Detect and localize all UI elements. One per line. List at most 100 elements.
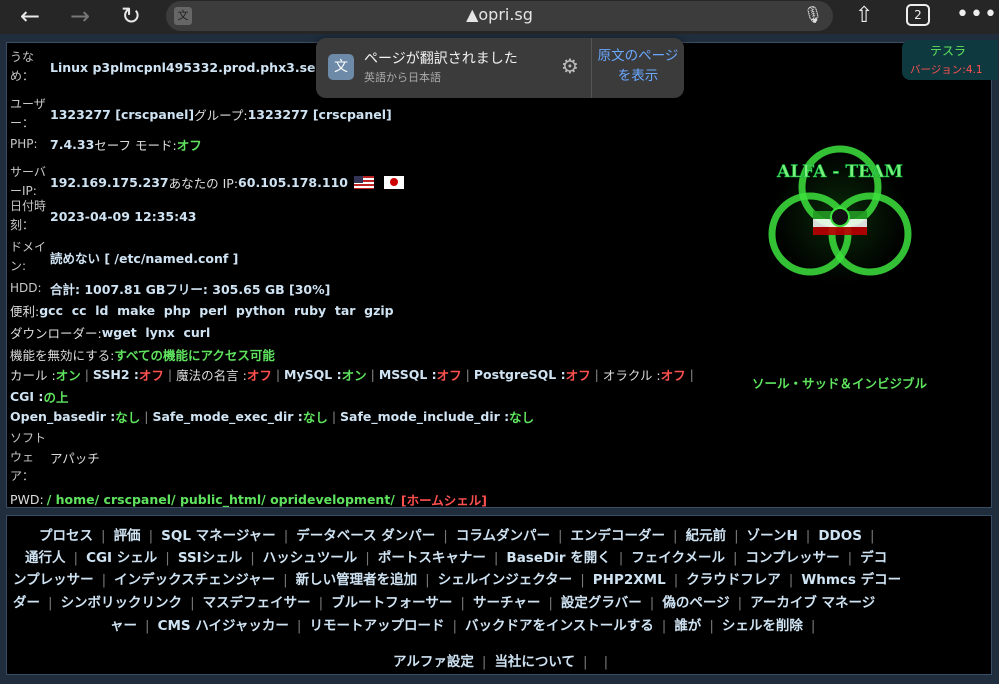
menu-item-4-5[interactable]: サーチャー xyxy=(473,595,540,611)
menu-separator: | xyxy=(101,528,106,544)
menu-item-4-7[interactable]: 偽のページ xyxy=(662,595,729,611)
us-flag-icon xyxy=(353,175,374,189)
user-row: ユーザー： 1323277 [crscpanel] グループ: 1323277 … xyxy=(10,95,392,133)
php-label: PHP: xyxy=(10,137,38,151)
tool-menu: プロセス | 評価 | SQL マネージャー | データベース ダンパー | コラムダンパー | エ… xyxy=(6,515,992,675)
menu-separator: | xyxy=(557,528,563,544)
menu-item-5-2[interactable]: CMS ハイジャッカー xyxy=(158,618,289,634)
cgi-label: CGI : xyxy=(10,389,44,404)
menu-item-6-1[interactable]: アルファ設定 xyxy=(393,654,474,670)
date-value: 2023-04-09 12:35:43 xyxy=(50,208,197,224)
back-arrow-icon[interactable]: ← xyxy=(16,3,44,29)
menu-item-4-2[interactable]: シンボリックリンク xyxy=(61,595,183,611)
menu-item-1-8[interactable]: ゾーンH xyxy=(747,528,798,544)
version-label: バージョン: xyxy=(910,64,966,76)
reload-icon[interactable]: ↻ xyxy=(117,3,145,29)
menu-line-1: プロセス | 評価 | SQL マネージャー | データベース ダンパー | コラムダンパー | エ… xyxy=(7,524,993,544)
menu-item-4-8[interactable]: アーカイブ マネージ xyxy=(750,595,875,611)
menu-item-3-7[interactable]: Whmcs デコー xyxy=(801,572,901,588)
home-shell-link[interactable]: [ホームシェル] xyxy=(401,490,487,509)
menu-separator: | xyxy=(425,572,430,588)
menu-item-1-7[interactable]: 紀元前 xyxy=(686,528,727,544)
menu-item-1-9[interactable]: DDOS xyxy=(818,528,862,544)
safeexec-label: Safe_mode_exec_dir : xyxy=(152,409,303,424)
menu-item-4-1[interactable]: ダー xyxy=(13,595,40,611)
menu-item-3-1[interactable]: ンプレッサー xyxy=(13,572,94,588)
menu-separator: | xyxy=(165,550,170,566)
group-value: 1323277 [crscpanel] xyxy=(247,106,392,122)
menu-separator: | xyxy=(190,595,195,611)
software-value: アパッチ xyxy=(50,451,100,466)
menu-item-4-4[interactable]: ブルートフォーサー xyxy=(331,595,452,611)
menu-separator: | xyxy=(788,572,794,588)
forward-arrow-icon[interactable]: → xyxy=(66,3,94,29)
menu-item-1-1[interactable]: プロセス xyxy=(39,528,93,544)
openbasedir-value: なし xyxy=(115,410,141,425)
menu-separator: | xyxy=(365,550,370,566)
menu-separator: | xyxy=(250,550,255,566)
menu-item-2-1[interactable]: 通行人 xyxy=(25,550,66,566)
gear-icon[interactable]: ⚙ xyxy=(561,54,579,78)
menu-item-6-2[interactable]: 当社について xyxy=(494,654,575,670)
more-icon[interactable]: ••• xyxy=(956,2,998,27)
oracle-label: オラクル : xyxy=(602,368,661,383)
menu-item-5-5[interactable]: 誰が xyxy=(674,618,701,634)
pwd-label: PWD: xyxy=(10,492,44,507)
share-icon[interactable]: ⇧ xyxy=(855,3,873,28)
menu-item-2-6[interactable]: BaseDir を開く xyxy=(506,550,610,566)
safe-mode-label: セーフ モード: xyxy=(94,138,177,153)
menu-item-2-2[interactable]: CGI シェル xyxy=(86,550,157,566)
address-bar[interactable]: 文 ▲opri.sg 🎙 xyxy=(166,1,833,31)
menu-item-2-3[interactable]: SSIシェル xyxy=(178,550,242,566)
openbasedir-label: Open_basedir : xyxy=(10,409,116,424)
menu-item-3-3[interactable]: 新しい管理者を追加 xyxy=(296,572,418,588)
menu-separator: | xyxy=(673,528,678,544)
menu-item-2-9[interactable]: デコ xyxy=(860,550,887,566)
menu-item-2-8[interactable]: コンプレッサー xyxy=(746,550,840,566)
menu-separator: | xyxy=(869,528,875,544)
version-value: 4.1 xyxy=(965,64,983,76)
user-label: ユーザー： xyxy=(10,97,46,130)
menu-item-1-4[interactable]: データベース ダンパー xyxy=(296,528,435,544)
version-badge: テスラ バージョン:4.1 xyxy=(902,40,998,80)
menu-separator: | xyxy=(460,595,465,611)
uname-row: うなめ： Linux p3plmcpnl495332.prod.phx3.sec xyxy=(10,48,323,86)
disable-functions-value: すべての機能にアクセス可能 xyxy=(114,348,275,363)
popup-title: ページが翻訳されました xyxy=(364,51,518,67)
tab-count-button[interactable]: 2 xyxy=(906,4,930,26)
pwd-path-link[interactable]: / home/ crscpanel/ public_html/ oprideve… xyxy=(47,492,395,507)
menu-item-4-3[interactable]: マスデフェイサー xyxy=(203,595,311,611)
menu-item-5-1[interactable]: ャー xyxy=(110,618,137,634)
logo-text: ALFA - TEAM xyxy=(776,162,903,182)
menu-item-1-2[interactable]: 評価 xyxy=(114,528,141,544)
menu-item-4-6[interactable]: 設定グラバー xyxy=(561,595,642,611)
menu-item-5-4[interactable]: バックドアをインストールする xyxy=(465,618,654,634)
hdd-row: HDD: 合計: 1007.81 GBフリー: 305.65 GB [30%] xyxy=(10,279,330,298)
menu-item-5-6[interactable]: シェルを削除 xyxy=(722,618,803,634)
menu-item-2-4[interactable]: ハッシュツール xyxy=(263,550,358,566)
menu-item-3-4[interactable]: シェルインジェクター xyxy=(438,572,572,588)
menu-item-1-6[interactable]: エンデコーダー xyxy=(571,528,666,544)
curl-label: カール : xyxy=(10,368,56,383)
menu-item-2-7[interactable]: フェイクメール xyxy=(631,550,725,566)
translation-popup: 文 ページが翻訳されました 英語から日本語 ⚙ 原文のページを表示 xyxy=(316,38,684,98)
menu-item-1-5[interactable]: コラムダンパー xyxy=(456,528,550,544)
show-original-button[interactable]: 原文のページを表示 xyxy=(594,46,682,86)
menu-separator: | xyxy=(732,550,738,566)
menu-separator: | xyxy=(847,550,853,566)
date-label: 日付時刻： xyxy=(10,199,47,232)
menu-item-2-5[interactable]: ポートスキャナー xyxy=(378,550,486,566)
menu-item-3-2[interactable]: インデックスチェンジャー xyxy=(114,572,275,588)
safeexec-value: なし xyxy=(302,410,328,425)
mssql-value: オフ xyxy=(436,368,462,383)
menu-item-5-3[interactable]: リモートアップロード xyxy=(309,618,444,634)
menu-item-1-3[interactable]: SQL マネージャー xyxy=(161,528,276,544)
microphone-icon[interactable]: 🎙 xyxy=(803,5,823,24)
menu-line-6: アルファ設定 | 当社について | | xyxy=(7,650,993,670)
user-value: 1323277 [crscpanel] xyxy=(50,106,195,122)
server-ip-row: サーバーIP: 192.169.175.237 あなたの IP: 60.105.… xyxy=(10,163,404,201)
menu-item-3-6[interactable]: クラウドフレア xyxy=(686,572,781,588)
menu-item-3-5[interactable]: PHP2XML xyxy=(593,572,666,588)
domain-label: ドメイン: xyxy=(10,240,47,273)
menu-line-3: ンプレッサー | インデックスチェンジャー | 新しい管理者を追加 | シェルインジェクター… xyxy=(7,568,993,588)
